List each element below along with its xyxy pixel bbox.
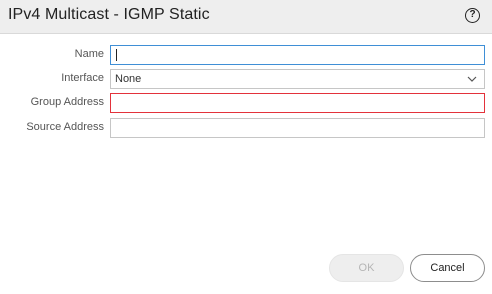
dialog-title: IPv4 Multicast - IGMP Static — [8, 6, 210, 23]
name-row: Name — [0, 45, 492, 65]
group-address-input[interactable] — [110, 93, 485, 113]
source-address-input[interactable] — [110, 118, 485, 138]
source-address-row: Source Address — [0, 118, 492, 138]
source-address-label: Source Address — [26, 121, 104, 133]
name-label: Name — [74, 48, 104, 60]
group-address-row: Group Address — [0, 93, 492, 113]
cancel-button[interactable]: Cancel — [410, 254, 485, 282]
interface-label: Interface — [61, 72, 104, 84]
interface-select[interactable]: None — [110, 69, 485, 89]
ok-button[interactable]: OK — [329, 254, 404, 282]
name-input[interactable] — [110, 45, 485, 65]
group-address-label: Group Address — [30, 96, 104, 108]
interface-selected-value: None — [115, 73, 142, 85]
interface-row: Interface None — [0, 69, 492, 89]
help-icon[interactable]: ? — [465, 8, 480, 23]
text-cursor — [116, 49, 117, 61]
dialog-header: IPv4 Multicast - IGMP Static ? — [0, 0, 492, 34]
chevron-down-icon — [467, 76, 477, 82]
